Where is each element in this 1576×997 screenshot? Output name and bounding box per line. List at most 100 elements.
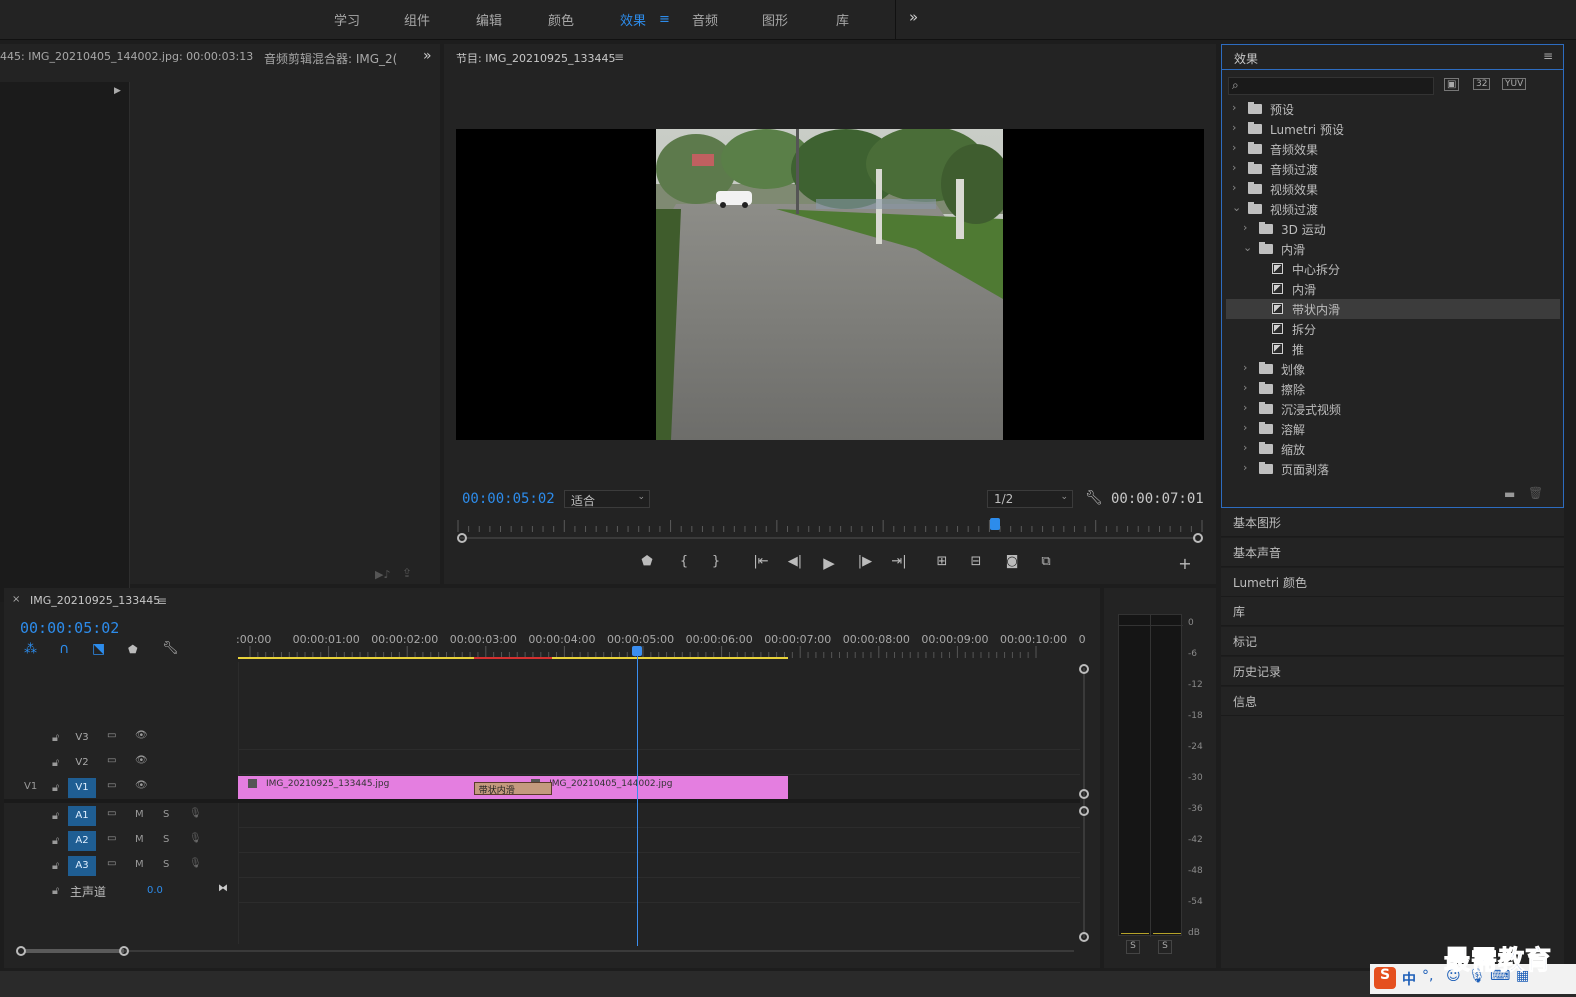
horizontal-scrollbar[interactable]: [24, 950, 1074, 952]
track-target-a2[interactable]: A2: [68, 831, 96, 851]
more-workspaces-icon[interactable]: »: [909, 8, 918, 26]
lock-icon[interactable]: 🔓︎: [52, 756, 59, 770]
panel-essential-sound[interactable]: 基本声音: [1221, 538, 1564, 567]
panel-essential-graphics[interactable]: 基本图形: [1221, 508, 1564, 537]
eye-icon[interactable]: 👁︎: [135, 730, 148, 741]
new-bin-icon[interactable]: ▬: [1504, 487, 1515, 501]
transition-band-slide[interactable]: 带状内滑: [473, 782, 553, 796]
panel-history[interactable]: 历史记录: [1221, 657, 1564, 686]
effect-folder[interactable]: › 沉浸式视频: [1226, 399, 1560, 419]
video-audio-divider[interactable]: [4, 799, 1080, 803]
workspace-tab-libraries[interactable]: 库: [836, 10, 849, 29]
effects-search-input[interactable]: ⌕: [1228, 77, 1434, 95]
track-target-a1[interactable]: A1: [68, 806, 96, 826]
track-lane-master[interactable]: [238, 879, 1080, 903]
workspace-tab-effects[interactable]: 效果: [620, 10, 646, 29]
chevron-right-icon[interactable]: ›: [1232, 121, 1242, 134]
extract-icon[interactable]: ⊟: [964, 554, 988, 572]
horizontal-scroll-thumb[interactable]: [24, 949, 124, 953]
hamburger-icon[interactable]: ≡: [659, 12, 670, 27]
scroll-handle-left[interactable]: [457, 533, 467, 543]
comparison-view-icon[interactable]: ⧉: [1034, 554, 1058, 572]
sequence-menu-icon[interactable]: ≡: [157, 594, 167, 608]
solo-left-button[interactable]: S: [1126, 940, 1140, 954]
effect-folder[interactable]: › 擦除: [1226, 379, 1560, 399]
play-icon[interactable]: ▶: [817, 554, 841, 572]
scroll-handle-mid2[interactable]: [1079, 806, 1089, 816]
lock-icon[interactable]: 🔓︎: [52, 731, 59, 745]
panel-libraries[interactable]: 库: [1221, 597, 1564, 626]
timeline-playhead[interactable]: [636, 648, 638, 946]
track-target-a3[interactable]: A3: [68, 856, 96, 876]
track-lane-a3[interactable]: [238, 854, 1080, 878]
expand-arrow-icon[interactable]: ▶: [114, 86, 121, 96]
chevron-right-icon[interactable]: ›: [1243, 441, 1253, 454]
trash-icon[interactable]: 🗑︎: [1528, 486, 1543, 500]
effect-folder[interactable]: › 音频过渡: [1226, 159, 1560, 179]
time-ruler[interactable]: [456, 520, 1204, 534]
vertical-scrollbar[interactable]: [1083, 668, 1085, 938]
effect-folder[interactable]: › 3D 运动: [1226, 219, 1560, 239]
lock-icon[interactable]: 🔓︎: [52, 834, 59, 848]
lock-icon[interactable]: 🔓︎: [52, 859, 59, 873]
solo-button[interactable]: S: [163, 834, 169, 845]
nest-icon[interactable]: ⁂: [24, 642, 37, 657]
mute-button[interactable]: M: [135, 834, 144, 845]
effect-folder[interactable]: › 预设: [1226, 99, 1560, 119]
add-marker-icon[interactable]: ⬟: [128, 643, 138, 656]
sequence-tab[interactable]: IMG_20210925_133445: [30, 594, 160, 607]
microphone-icon[interactable]: 🎙︎: [189, 833, 202, 844]
effect-folder[interactable]: › 划像: [1226, 359, 1560, 379]
chevron-right-icon[interactable]: ›: [1243, 361, 1253, 374]
wrench-icon[interactable]: 🔧︎: [162, 641, 179, 656]
zoom-scrollbar[interactable]: [460, 537, 1196, 539]
workspace-tab-graphics[interactable]: 图形: [762, 10, 788, 29]
track-target-v2[interactable]: V2: [68, 753, 96, 773]
ime-punct-icon[interactable]: °,: [1422, 968, 1433, 984]
eye-icon[interactable]: 👁︎: [135, 780, 148, 791]
lock-icon[interactable]: 🔓︎: [52, 781, 59, 795]
effect-folder[interactable]: › 溶解: [1226, 419, 1560, 439]
close-icon[interactable]: ×: [12, 594, 20, 605]
effect-item[interactable]: 内滑: [1226, 279, 1560, 299]
panel-lumetri-color[interactable]: Lumetri 颜色: [1221, 568, 1564, 597]
source-tab[interactable]: 445: IMG_20210405_144002.jpg: 00:00:03:1…: [0, 50, 253, 63]
workspace-tab-editing[interactable]: 编辑: [476, 10, 502, 29]
linked-selection-icon[interactable]: ⬔: [92, 641, 105, 657]
go-to-out-icon[interactable]: ⇥|: [887, 554, 911, 572]
timeline-timecode[interactable]: 00:00:05:02: [20, 619, 119, 637]
chevron-right-icon[interactable]: ›: [1243, 421, 1253, 434]
sync-lock-icon[interactable]: ▭: [107, 808, 116, 819]
effect-item[interactable]: 拆分: [1226, 319, 1560, 339]
video-preview[interactable]: [456, 129, 1204, 440]
track-lane-v2[interactable]: [238, 751, 1080, 775]
program-timecode[interactable]: 00:00:05:02: [462, 491, 555, 507]
effect-folder[interactable]: ⌄ 视频过渡: [1226, 199, 1560, 219]
effect-folder[interactable]: › 页面剥落: [1226, 459, 1560, 479]
more-panels-icon[interactable]: »: [423, 48, 432, 64]
solo-right-button[interactable]: S: [1158, 940, 1172, 954]
scroll-handle-top[interactable]: [1079, 664, 1089, 674]
ime-logo-icon[interactable]: S: [1374, 967, 1396, 989]
sync-lock-icon[interactable]: ▭: [107, 858, 116, 869]
go-to-in-icon[interactable]: |⇤: [749, 554, 773, 572]
microphone-icon[interactable]: 🎙︎: [189, 808, 202, 819]
solo-button[interactable]: S: [163, 809, 169, 820]
workspace-tab-color[interactable]: 颜色: [548, 10, 574, 29]
chevron-right-icon[interactable]: ›: [1243, 461, 1253, 474]
master-volume-value[interactable]: 0.0: [147, 885, 163, 896]
clip-image-2[interactable]: IMG_20210405_144002.jpg: [513, 776, 789, 799]
chevron-down-icon[interactable]: ⌄: [1232, 201, 1242, 214]
program-title[interactable]: 节目: IMG_20210925_133445: [456, 50, 615, 66]
chevron-right-icon[interactable]: ›: [1232, 161, 1242, 174]
effect-item[interactable]: 推: [1226, 339, 1560, 359]
fit-dropdown[interactable]: 适合 ⌄: [564, 490, 650, 508]
track-target-v1[interactable]: V1: [68, 778, 96, 798]
scroll-handle-right[interactable]: [1193, 533, 1203, 543]
wrench-icon[interactable]: 🔧︎: [1085, 490, 1103, 506]
zoom-handle-left[interactable]: [16, 946, 26, 956]
panel-info[interactable]: 信息: [1221, 687, 1564, 716]
clip-image-1[interactable]: IMG_20210925_133445.jpg: [238, 776, 514, 799]
workspace-tab-assembly[interactable]: 组件: [404, 10, 430, 29]
sync-lock-icon[interactable]: ▭: [107, 755, 116, 766]
